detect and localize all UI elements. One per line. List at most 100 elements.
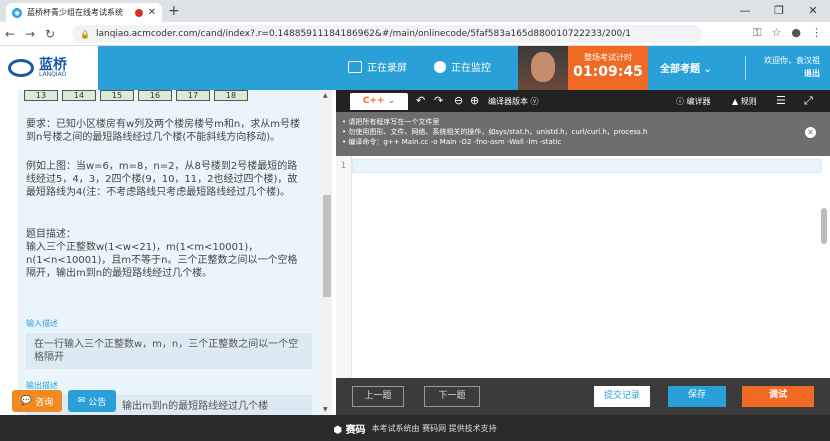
submit-records-button[interactable]: 提交记录 (594, 386, 650, 407)
building-number: 15 (100, 90, 134, 101)
mail-icon: ✉ (77, 396, 86, 406)
key-icon[interactable]: ⚿ (753, 26, 761, 40)
prev-question-button[interactable]: 上一题 (352, 386, 404, 407)
problem-requirement: 要求：已知小区楼房有w列及两个楼房楼号m和n，求从m号楼到n号楼之间的最短路线经… (26, 119, 300, 143)
compiler-version[interactable]: 编译器版本 ⓥ (488, 96, 539, 107)
problem-panel: 13 14 15 16 17 18 要求：已知小区楼房有w列及两个楼房楼号m和n… (18, 90, 322, 415)
exit-link[interactable]: 退出 (764, 67, 820, 80)
fullscreen-icon[interactable]: ⤢ (804, 94, 813, 107)
save-button[interactable]: 保存 (668, 386, 726, 407)
footer-text: 本考试系统由 赛码网 提供技术支持 (371, 423, 497, 433)
notice-close-icon[interactable]: ✕ (805, 127, 816, 138)
footer-brand-label: 赛码 (345, 424, 366, 436)
current-line[interactable] (352, 159, 822, 173)
detail-label: 编详器 (686, 97, 711, 106)
rules-label: 规则 (740, 97, 757, 106)
reload-icon[interactable]: ↻ (40, 27, 60, 41)
user-welcome: 欢迎你，袁汉祖 退出 (764, 54, 820, 80)
building-number: 14 (62, 90, 96, 101)
building-number: 16 (138, 90, 172, 101)
app-header: 蓝桥 LANQIAO 正在录屏 正在监控 整场考试计时 01:09:45 全部考… (0, 46, 830, 90)
problem-example: 例如上图：当w=6，m=8，n=2，从8号楼到2号楼最短的路线经过5，4，3，2… (26, 161, 298, 198)
notice-line: • 编译命令：g++ Main.cc -o Main -O2 -fno-asm … (342, 138, 562, 146)
webcam-face (531, 52, 555, 82)
next-question-button[interactable]: 下一题 (424, 386, 480, 407)
input-desc-box: 在一行输入三个正整数w，m，n，三个正整数之间以一个空格隔开 (26, 333, 312, 369)
zoom-out-icon[interactable]: ⊖ (454, 94, 463, 107)
saima-logo-icon: ⬢ (333, 424, 343, 436)
logo-subtext: LANQIAO (39, 70, 67, 78)
new-tab-icon[interactable]: + (168, 3, 180, 19)
building-number-row: 13 14 15 16 17 18 (24, 90, 248, 101)
exam-timer: 整场考试计时 01:09:45 (568, 46, 648, 90)
building-number: 18 (214, 90, 248, 101)
page-scrollbar[interactable] (821, 208, 827, 244)
all-questions-dropdown[interactable]: 全部考题 ⌄ (660, 60, 712, 75)
timer-label: 整场考试计时 (584, 53, 632, 62)
zoom-in-icon[interactable]: ⊕ (470, 94, 479, 107)
debug-button[interactable]: 调试 (742, 386, 814, 407)
lanqiao-logo[interactable]: 蓝桥 LANQIAO (0, 46, 98, 90)
tab-close-icon[interactable]: ✕ (148, 7, 156, 18)
line-number: 1 (340, 161, 347, 171)
info-icon: ⓘ (676, 97, 684, 106)
problem-description: 输入三个正整数w(1<w<21)，m(1<m<10001)，n(1<n<1000… (26, 242, 298, 279)
menu-icon[interactable]: ⋮ (811, 26, 822, 40)
screen-record-icon (348, 60, 362, 73)
logo-mark-icon (8, 59, 34, 77)
monitoring-status: 正在监控 (434, 59, 491, 74)
window-controls: — ❐ ✕ (728, 0, 830, 22)
scroll-up-icon[interactable]: ▲ (323, 92, 328, 99)
problem-scrollbar[interactable]: ▲ ▼ (322, 90, 332, 415)
chevron-down-icon: ⌄ (703, 64, 712, 75)
notice-label: 公告 (88, 397, 107, 408)
consult-label: 咨询 (35, 397, 54, 408)
notice-button[interactable]: ✉ 公告 (68, 390, 116, 412)
language-select[interactable]: C++ ⌄ (350, 93, 408, 110)
back-icon[interactable]: ← (0, 27, 20, 41)
format-icon[interactable]: ☰ (776, 94, 786, 107)
site-favicon-icon: ◉ (12, 7, 22, 18)
star-icon[interactable]: ☆ (772, 26, 782, 40)
footer-brand: ⬢ 赛码 (333, 421, 365, 436)
compiler-version-label: 编译器版本 (488, 97, 528, 106)
url-field[interactable]: 🔒 lanqiao.acmcoder.com/cand/index?.r=0.1… (72, 25, 702, 43)
close-window-icon[interactable]: ✕ (796, 0, 830, 22)
rules-button[interactable]: ▲ 规则 (732, 96, 757, 107)
logo-text: 蓝桥 (39, 56, 67, 73)
description-title: 题目描述： (26, 229, 76, 240)
forward-icon[interactable]: → (20, 27, 40, 41)
chat-icon: 💬 (20, 396, 33, 406)
footer: ⬢ 赛码 本考试系统由 赛码网 提供技术支持 (0, 415, 830, 441)
consult-button[interactable]: 💬 咨询 (12, 390, 62, 412)
code-editor[interactable]: 1 (336, 156, 830, 378)
scroll-thumb[interactable] (323, 195, 331, 297)
browser-actions: ⚿ ☆ ● ⋮ (753, 26, 822, 40)
address-bar: ← → ↻ 🔒 lanqiao.acmcoder.com/cand/index?… (0, 22, 830, 46)
webcam-preview (518, 46, 568, 90)
building-number: 17 (176, 90, 210, 101)
recording-status: 正在录屏 (348, 59, 407, 74)
welcome-text: 欢迎你，袁汉祖 (764, 56, 820, 65)
detail-button[interactable]: ⓘ 编详器 (676, 96, 711, 107)
lock-icon: 🔒 (80, 29, 90, 39)
account-icon[interactable]: ● (791, 26, 801, 40)
undo-icon[interactable]: ↶ (416, 94, 425, 107)
browser-tabbar: ◉ 蓝桥杯青少组在线考试系统 ✕ + — ❐ ✕ (0, 0, 830, 22)
caret-up-icon: ▲ (732, 97, 739, 106)
minimize-icon[interactable]: — (728, 0, 762, 22)
input-desc-label: 输入描述 (26, 319, 58, 328)
restore-icon[interactable]: ❐ (762, 0, 796, 22)
tab-title: 蓝桥杯青少组在线考试系统 (27, 8, 123, 17)
monitoring-label: 正在监控 (451, 63, 491, 74)
building-number: 13 (24, 90, 58, 101)
notice-line: • 请把所有程序写在一个文件里 (342, 118, 440, 126)
url-text: lanqiao.acmcoder.com/cand/index?.r=0.148… (95, 29, 632, 39)
browser-tab[interactable]: ◉ 蓝桥杯青少组在线考试系统 ✕ (6, 3, 162, 22)
all-questions-label: 全部考题 (660, 64, 700, 75)
redo-icon[interactable]: ↷ (434, 94, 443, 107)
line-gutter: 1 (336, 156, 352, 378)
recording-indicator-icon (134, 8, 143, 17)
scroll-down-icon[interactable]: ▼ (323, 406, 328, 413)
editor-bottom-bar: 上一题 下一题 提交记录 保存 调试 (336, 378, 830, 415)
